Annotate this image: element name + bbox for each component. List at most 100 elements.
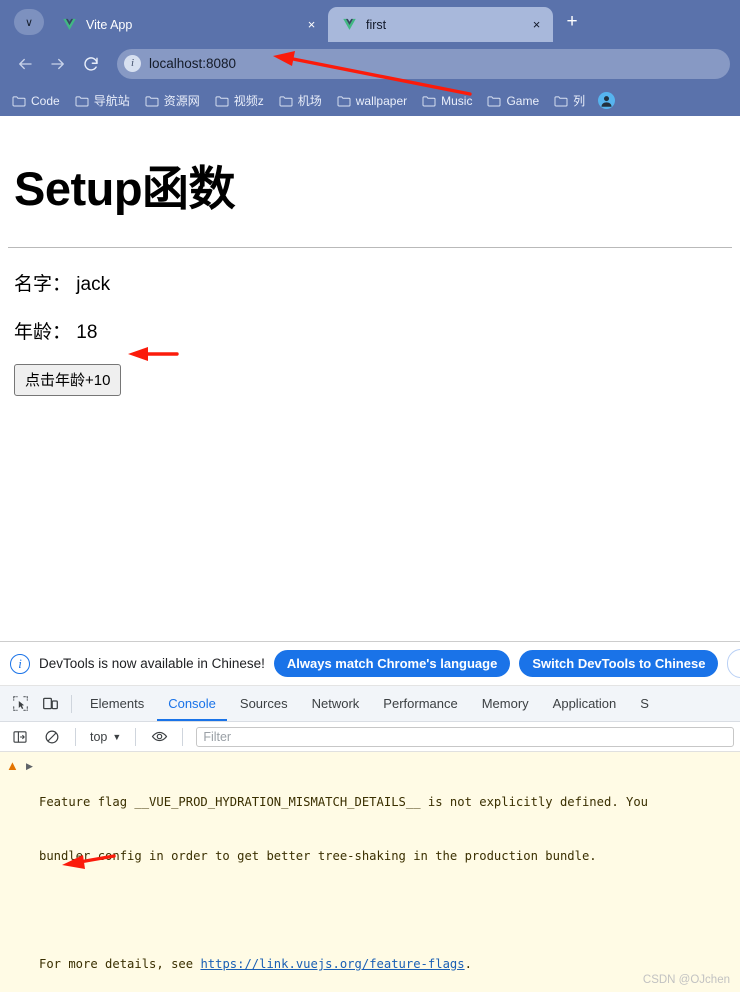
forward-button[interactable] — [43, 49, 73, 79]
increment-age-button[interactable]: 点击年龄+10 — [14, 364, 122, 396]
inspect-element-icon[interactable] — [6, 691, 34, 717]
context-label: top — [90, 729, 108, 744]
browser-tab-vite-app[interactable]: Vite App × — [48, 7, 328, 42]
tab-strip: ∨ Vite App × first × + — [0, 0, 740, 42]
avatar[interactable] — [598, 92, 616, 109]
back-button[interactable] — [10, 49, 40, 79]
tab-search-button[interactable]: ∨ — [14, 9, 44, 35]
tab-security[interactable]: S — [629, 686, 660, 721]
tab-close-icon[interactable]: × — [303, 16, 320, 33]
age-row: 年龄： 18 — [14, 322, 98, 343]
bookmark-label: 视频z — [233, 94, 264, 108]
tab-elements[interactable]: Elements — [79, 686, 155, 721]
tab-sources[interactable]: Sources — [229, 686, 299, 721]
info-icon: i — [10, 653, 30, 674]
dismiss-notice-button[interactable]: × — [727, 649, 740, 678]
toolbar-separator — [182, 727, 184, 746]
folder-icon — [554, 95, 568, 106]
warning-text-body: Feature flag __VUE_PROD_HYDRATION_MISMAT… — [39, 757, 648, 992]
switch-devtools-to-chinese-button[interactable]: Switch DevTools to Chinese — [519, 650, 719, 677]
name-row: 名字： jack — [14, 274, 111, 295]
bookmark-item[interactable]: 机场 — [273, 90, 328, 111]
reload-icon — [84, 56, 98, 71]
page-viewport: Setup函数 名字： jack 年龄： 18 点击年龄+10 — [0, 120, 740, 641]
tab-performance[interactable]: Performance — [372, 686, 468, 721]
warning-blank-line — [39, 901, 648, 919]
watermark: CSDN @OJchen — [642, 974, 730, 986]
bookmark-label: 导航站 — [93, 94, 130, 108]
expand-triangle-icon[interactable]: ▶ — [26, 757, 35, 992]
arrow-right-icon — [51, 58, 64, 69]
console-output: ▲ ▶ Feature flag __VUE_PROD_HYDRATION_MI… — [0, 752, 740, 992]
divider — [8, 247, 732, 248]
feature-flags-link[interactable]: https://link.vuejs.org/feature-flags — [200, 957, 464, 971]
reload-button[interactable] — [76, 49, 106, 79]
console-warning-message[interactable]: ▲ ▶ Feature flag __VUE_PROD_HYDRATION_MI… — [0, 752, 740, 992]
bookmarks-bar: Code 导航站 资源网 视频z 机场 wallpaper Music Game… — [0, 85, 740, 116]
bookmark-item[interactable]: Code — [6, 92, 66, 110]
notice-text: DevTools is now available in Chinese! — [39, 656, 265, 671]
always-match-language-button[interactable]: Always match Chrome's language — [273, 650, 511, 677]
tab-close-icon[interactable]: × — [528, 16, 545, 33]
no-entry-icon — [45, 730, 59, 743]
folder-icon — [337, 95, 351, 106]
warning-icon: ▲ — [6, 758, 19, 773]
toolbar-separator — [135, 727, 137, 746]
devtools-tabbar: Elements Console Sources Network Perform… — [0, 686, 740, 722]
bookmark-item[interactable]: wallpaper — [331, 92, 413, 110]
warning-line-3: For more details, see https://link.vuejs… — [39, 955, 648, 973]
folder-icon — [422, 95, 436, 106]
toggle-device-toolbar-icon[interactable] — [36, 691, 64, 717]
warning-line-1: Feature flag __VUE_PROD_HYDRATION_MISMAT… — [39, 795, 649, 809]
bookmark-item[interactable]: Game — [481, 92, 545, 110]
address-bar[interactable]: i localhost:8080 — [117, 48, 730, 79]
warning-line-2: bundler config in order to get better tr… — [39, 849, 597, 863]
browser-tab-first[interactable]: first × — [328, 7, 553, 42]
bookmark-label: Game — [506, 93, 540, 108]
device-toolbar-icon — [42, 697, 58, 710]
folder-icon — [145, 95, 159, 106]
cursor-select-icon — [12, 696, 28, 711]
execution-context-select[interactable]: top ▼ — [85, 730, 126, 744]
warning-line-3-prefix: For more details, see — [39, 957, 201, 971]
tab-console[interactable]: Console — [157, 686, 227, 721]
bookmark-label: 列 — [573, 94, 586, 108]
folder-icon — [12, 95, 26, 106]
browser-chrome: ∨ Vite App × first × + i localhost:8080 … — [0, 0, 740, 116]
tab-network[interactable]: Network — [301, 686, 371, 721]
browser-toolbar: i localhost:8080 — [0, 42, 740, 85]
live-expression-icon[interactable] — [145, 724, 173, 750]
console-sidebar-toggle-icon[interactable] — [6, 724, 34, 750]
toolbar-separator — [75, 727, 76, 746]
page-title: Setup函数 — [14, 162, 236, 215]
clear-console-icon[interactable] — [38, 724, 66, 750]
arrow-left-icon — [19, 58, 32, 69]
bookmark-item[interactable]: 列 — [548, 90, 591, 111]
folder-icon — [215, 95, 229, 106]
toolbar-separator — [71, 694, 72, 713]
url-text: localhost:8080 — [149, 56, 237, 71]
bookmark-item[interactable]: 视频z — [209, 90, 270, 111]
bookmark-label: 资源网 — [163, 94, 200, 108]
bookmark-label: Music — [441, 93, 473, 108]
profile-icon — [601, 96, 612, 107]
chevron-down-icon: ▼ — [112, 731, 122, 742]
chevron-down-icon: ∨ — [24, 16, 34, 29]
warning-line-3-suffix: . — [464, 957, 472, 971]
bookmark-item[interactable]: 导航站 — [69, 90, 136, 111]
eye-icon — [151, 731, 167, 742]
tab-title: first — [366, 17, 387, 32]
console-filter-input[interactable] — [196, 726, 734, 747]
folder-icon — [75, 95, 89, 106]
console-toolbar: top ▼ — [0, 722, 740, 752]
tab-application[interactable]: Application — [542, 686, 628, 721]
bookmark-item[interactable]: Music — [416, 92, 478, 110]
tab-title: Vite App — [86, 17, 133, 32]
site-info-icon[interactable]: i — [124, 55, 141, 72]
bookmark-item[interactable]: 资源网 — [139, 90, 206, 111]
vue-logo-icon — [63, 18, 76, 30]
tab-memory[interactable]: Memory — [471, 686, 540, 721]
new-tab-button[interactable]: + — [559, 10, 585, 36]
devtools-panel: i DevTools is now available in Chinese! … — [0, 641, 740, 992]
bookmark-label: Code — [31, 93, 60, 108]
